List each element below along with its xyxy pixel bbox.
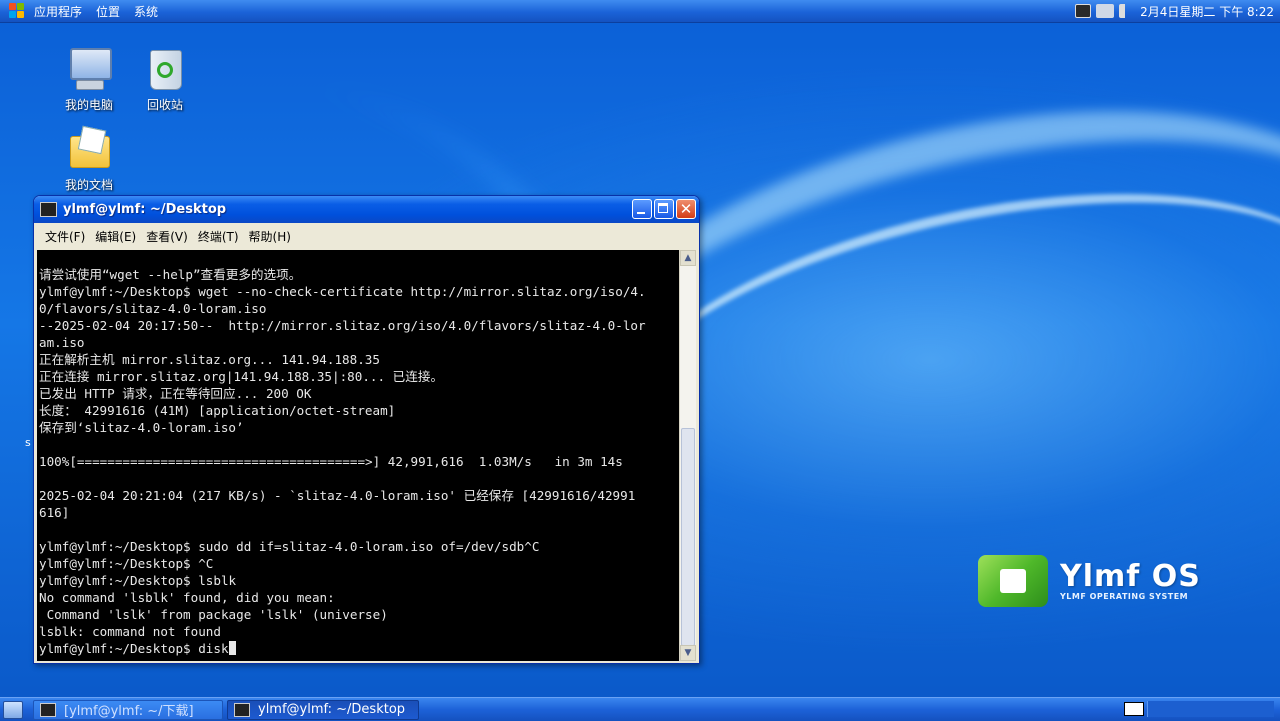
clock[interactable]: 2月4日星期二 下午 8:22 <box>1140 3 1274 20</box>
terminal-line: 长度： 42991616 (41M) [application/octet-st… <box>39 403 396 418</box>
brand-name: Ylmf OS <box>1060 558 1201 594</box>
window-titlebar[interactable]: ylmf@ylmf: ~/Desktop ✕ <box>34 196 699 223</box>
vertical-scrollbar[interactable]: ▲ ▼ <box>679 250 696 661</box>
window-menubar: 文件(F) 编辑(E) 查看(V) 终端(T) 帮助(H) <box>34 223 699 249</box>
terminal-line: 2025-02-04 20:21:04 (217 KB/s) - `slitaz… <box>39 488 636 503</box>
close-button[interactable]: ✕ <box>676 199 696 219</box>
documents-folder-icon <box>66 125 112 172</box>
terminal-line: 请尝试使用“wget --help”查看更多的选项。 <box>39 267 302 282</box>
scroll-down-button[interactable]: ▼ <box>680 645 696 661</box>
close-icon: ✕ <box>679 200 693 218</box>
desktop-icon-my-documents[interactable]: 我的文档 <box>54 125 124 193</box>
prompt-line: ylmf@ylmf:~/Desktop$ disk <box>39 641 229 656</box>
terminal-icon <box>40 202 57 217</box>
terminal-line: No command 'lsblk' found, did you mean: <box>39 590 335 605</box>
terminal-window[interactable]: ylmf@ylmf: ~/Desktop ✕ 文件(F) 编辑(E) 查看(V)… <box>33 195 700 664</box>
taskbar-item-label: ylmf@ylmf: ~/Desktop <box>258 702 406 717</box>
scroll-thumb[interactable] <box>681 428 695 646</box>
terminal-line: 616] <box>39 505 70 520</box>
desktop-icon-label: 我的文档 <box>64 178 113 192</box>
workspace-switcher-1[interactable] <box>1124 702 1144 716</box>
scroll-up-button[interactable]: ▲ <box>680 250 696 266</box>
window-title: ylmf@ylmf: ~/Desktop <box>63 202 227 217</box>
terminal-line: Command 'lslk' from package 'lslk' (univ… <box>39 607 388 622</box>
menu-system[interactable]: 系统 <box>134 3 158 20</box>
show-desktop-icon[interactable] <box>3 700 23 719</box>
taskbar-item-desktop[interactable]: ylmf@ylmf: ~/Desktop <box>227 699 419 720</box>
terminal-line: --2025-02-04 20:17:50-- http://mirror.sl… <box>39 318 646 333</box>
desktop-icon-label: 回收站 <box>146 98 183 112</box>
taskbar-item-downloads[interactable]: [ylmf@ylmf: ~/下载] <box>33 699 223 720</box>
desktop-icon-label: 我的电脑 <box>64 98 113 112</box>
top-panel: 应用程序 位置 系统 2月4日星期二 下午 8:22 <box>0 0 1280 23</box>
maximize-button[interactable] <box>654 199 674 219</box>
terminal-line: 正在解析主机 mirror.slitaz.org... 141.94.188.3… <box>39 352 380 367</box>
ylmf-logo-icon <box>978 555 1048 607</box>
text-cursor <box>228 641 236 655</box>
terminal-line: ylmf@ylmf:~/Desktop$ wget --no-check-cer… <box>39 284 646 299</box>
terminal-line: 保存到‘slitaz-4.0-loram.iso’ <box>39 420 244 435</box>
menu-places[interactable]: 位置 <box>96 3 120 20</box>
windows-flag-icon[interactable] <box>8 2 26 20</box>
menu-view[interactable]: 查看(V) <box>146 228 188 245</box>
printer-icon[interactable] <box>1075 4 1092 18</box>
desktop-icon-my-computer[interactable]: 我的电脑 <box>54 46 124 113</box>
brand-subtitle: YLMF OPERATING SYSTEM <box>1060 591 1189 601</box>
recycle-bin-icon <box>142 46 188 92</box>
bottom-taskbar: [ylmf@ylmf: ~/下载] ylmf@ylmf: ~/Desktop <box>0 697 1280 721</box>
menu-applications[interactable]: 应用程序 <box>34 3 82 20</box>
terminal-line: ylmf@ylmf:~/Desktop$ lsblk <box>39 573 237 588</box>
terminal-output[interactable]: 请尝试使用“wget --help”查看更多的选项。 ylmf@ylmf:~/De… <box>37 250 679 661</box>
volume-icon[interactable] <box>1119 4 1129 18</box>
network-icon[interactable] <box>1096 4 1115 18</box>
minimize-button[interactable] <box>632 199 652 219</box>
terminal-line: 已发出 HTTP 请求，正在等待回应... 200 OK <box>39 386 312 401</box>
menu-file[interactable]: 文件(F) <box>45 228 85 245</box>
ylmf-logo: Ylmf OS YLMF OPERATING SYSTEM <box>978 555 1201 607</box>
terminal-line: 0/flavors/slitaz-4.0-loram.iso <box>39 301 267 316</box>
terminal-line: am.iso <box>39 335 85 350</box>
terminal-line: 100%[===================================… <box>39 454 623 469</box>
workspace-switcher-2[interactable] <box>1147 701 1274 717</box>
desktop-icon-recycle-bin[interactable]: 回收站 <box>130 46 200 113</box>
menu-terminal[interactable]: 终端(T) <box>198 228 239 245</box>
terminal-icon <box>40 702 56 717</box>
terminal-line: ylmf@ylmf:~/Desktop$ sudo dd if=slitaz-4… <box>39 539 540 554</box>
system-tray: 2月4日星期二 下午 8:22 <box>1075 0 1280 22</box>
taskbar-item-label: [ylmf@ylmf: ~/下载] <box>64 704 194 719</box>
terminal-icon <box>234 702 250 717</box>
computer-icon <box>66 46 112 92</box>
menu-help[interactable]: 帮助(H) <box>249 228 291 245</box>
menu-edit[interactable]: 编辑(E) <box>95 228 136 245</box>
desktop-stray-char: s <box>25 436 31 449</box>
terminal-line: lsblk: command not found <box>39 624 221 639</box>
terminal-line: 正在连接 mirror.slitaz.org|141.94.188.35|:80… <box>39 369 444 384</box>
terminal-line: ylmf@ylmf:~/Desktop$ ^C <box>39 556 214 571</box>
